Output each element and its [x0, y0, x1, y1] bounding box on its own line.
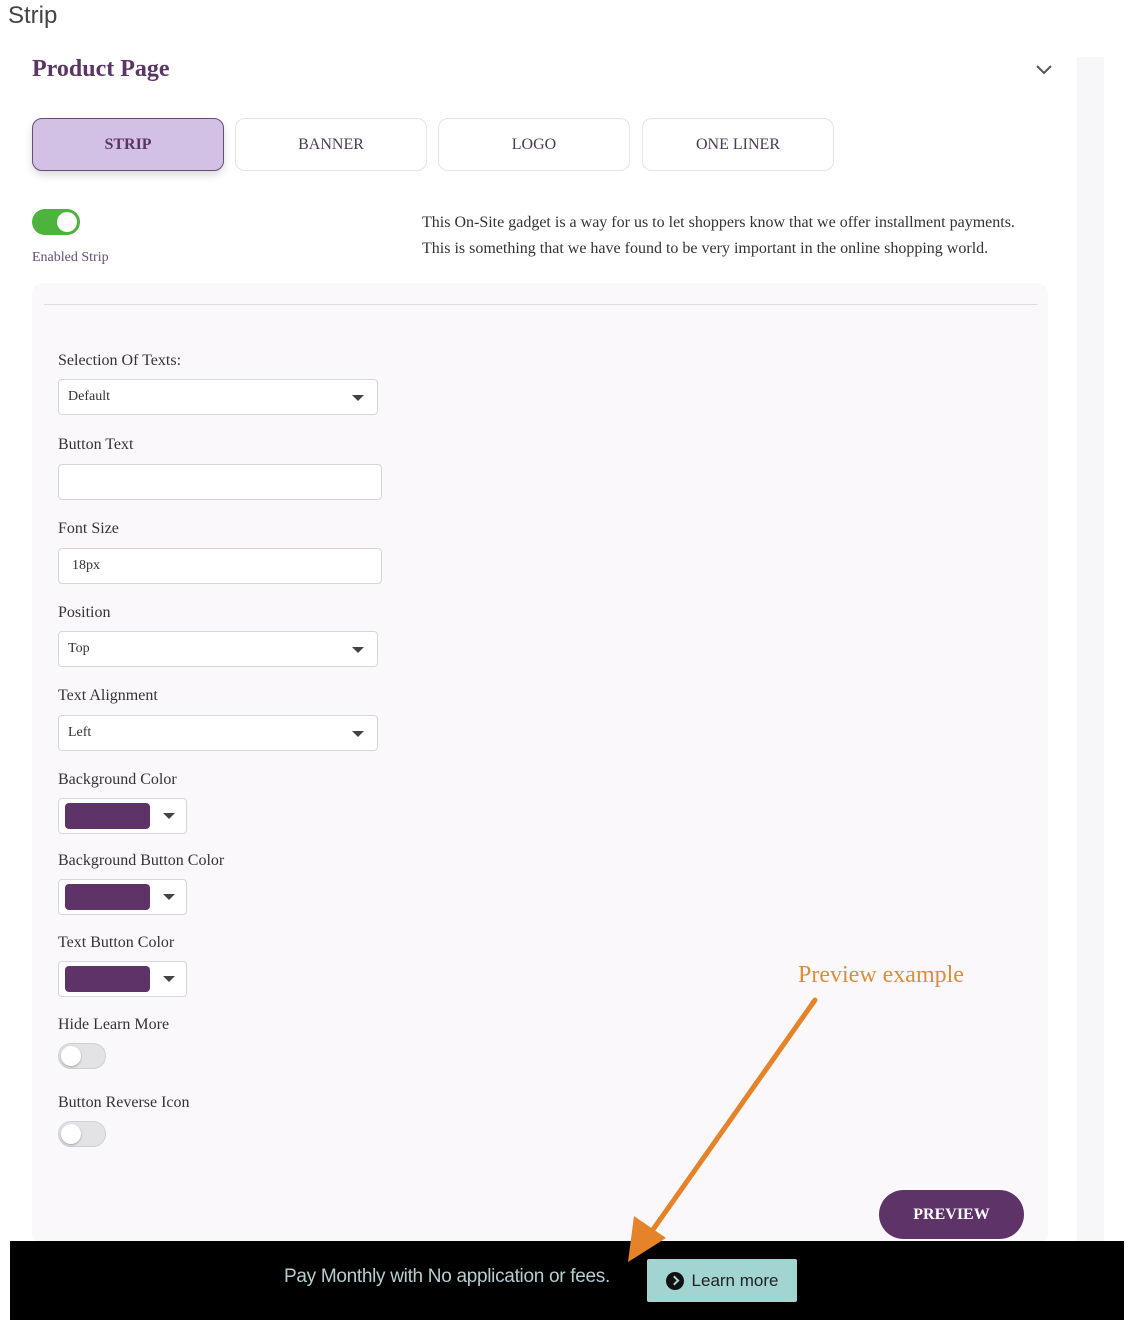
background-button-color-picker[interactable] — [58, 879, 187, 915]
button-reverse-icon-toggle[interactable] — [58, 1121, 106, 1147]
caret-down-icon — [163, 976, 175, 982]
color-swatch — [65, 966, 150, 992]
hide-learn-more-toggle[interactable] — [58, 1043, 106, 1069]
selected-value: Left — [68, 725, 92, 740]
section-caption: Strip — [8, 2, 58, 29]
selected-value: Top — [68, 641, 90, 656]
enabled-strip-toggle[interactable] — [32, 209, 80, 235]
text-button-color-picker[interactable] — [58, 961, 187, 997]
button-reverse-icon-label: Button Reverse Icon — [58, 1094, 190, 1111]
caret-down-icon — [352, 731, 364, 737]
description: This On-Site gadget is a way for us to l… — [422, 210, 1015, 262]
caret-down-icon — [352, 647, 364, 653]
tab-logo[interactable]: LOGO — [438, 118, 630, 171]
tab-banner[interactable]: BANNER — [235, 118, 427, 171]
learn-more-button[interactable]: Learn more — [647, 1259, 797, 1302]
chevron-down-icon[interactable] — [1034, 62, 1054, 76]
divider — [44, 304, 1037, 305]
tab-strip[interactable]: STRIP — [32, 118, 224, 171]
description-line: This is something that we have found to … — [422, 240, 989, 257]
color-swatch — [65, 884, 150, 910]
button-text-label: Button Text — [58, 436, 134, 453]
background-color-label: Background Color — [58, 771, 177, 788]
side-scroll-area — [1077, 57, 1104, 1247]
description-line: This On-Site gadget is a way for us to l… — [422, 214, 1015, 231]
strip-preview-text: Pay Monthly with No application or fees. — [284, 1266, 610, 1287]
caret-down-icon — [163, 894, 175, 900]
page-title: Product Page — [32, 56, 170, 82]
font-size-label: Font Size — [58, 520, 119, 537]
text-alignment-select[interactable]: Left — [58, 715, 378, 751]
position-label: Position — [58, 604, 111, 621]
text-alignment-label: Text Alignment — [58, 687, 158, 704]
learn-more-label: Learn more — [691, 1270, 779, 1290]
button-text-input[interactable] — [58, 464, 382, 500]
caret-down-icon — [352, 395, 364, 401]
tab-one-liner[interactable]: ONE LINER — [642, 118, 834, 171]
background-color-picker[interactable] — [58, 798, 187, 834]
chevron-right-circle-icon — [665, 1271, 684, 1290]
annotation-label: Preview example — [798, 962, 964, 988]
color-swatch — [65, 803, 150, 829]
position-select[interactable]: Top — [58, 631, 378, 667]
preview-button[interactable]: PREVIEW — [879, 1190, 1024, 1239]
background-button-color-label: Background Button Color — [58, 852, 225, 869]
font-size-input[interactable]: 18px — [58, 548, 382, 584]
selected-value: Default — [68, 389, 110, 404]
selection-of-texts-select[interactable]: Default — [58, 379, 378, 415]
hide-learn-more-label: Hide Learn More — [58, 1016, 170, 1033]
text-button-color-label: Text Button Color — [58, 934, 175, 951]
selection-of-texts-label: Selection Of Texts: — [58, 352, 182, 369]
caret-down-icon — [163, 813, 175, 819]
enabled-strip-label: Enabled Strip — [32, 250, 109, 265]
